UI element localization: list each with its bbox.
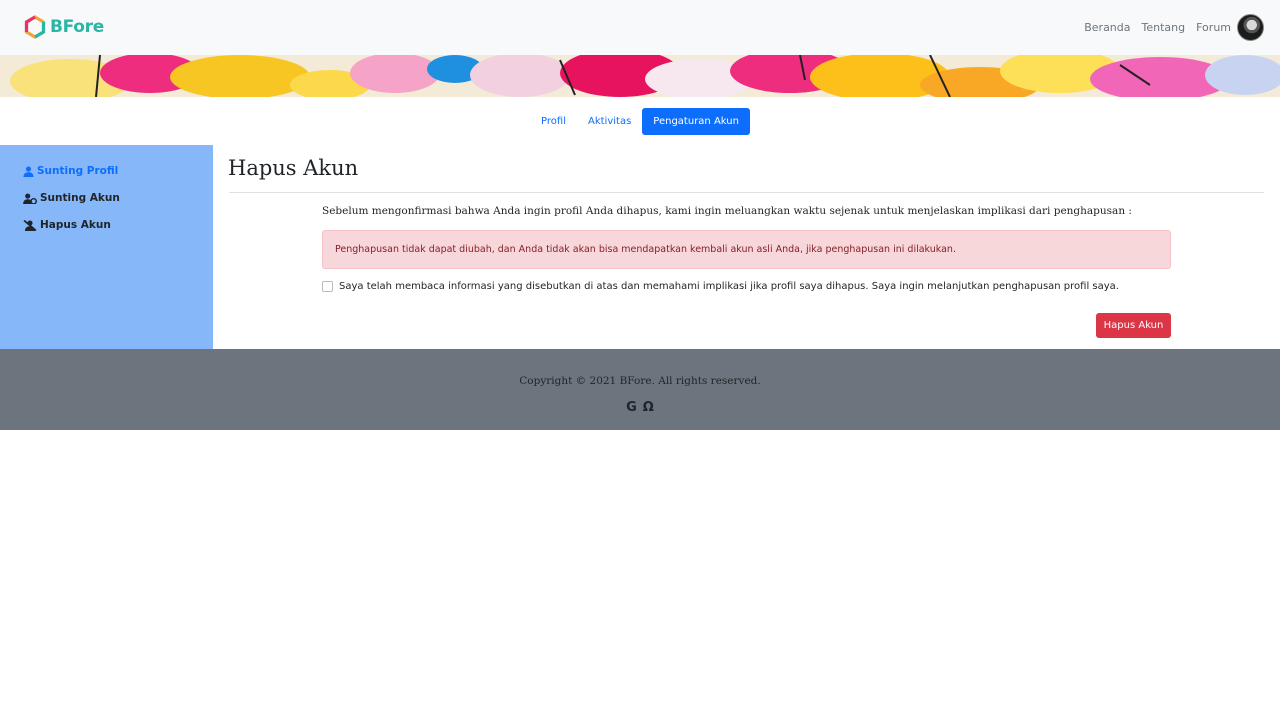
page-title: Hapus Akun [228,156,359,180]
user-slash-icon [23,219,37,231]
footer: Copyright © 2021 BFore. All rights reser… [0,349,1280,430]
footer-icons: G Ω [0,400,1280,415]
nav-links: Beranda Tentang Forum [1073,13,1264,41]
tab-profil[interactable]: Profil [530,108,577,135]
omega-icon[interactable]: Ω [643,400,654,415]
sidebar-item-label: Sunting Profil [37,165,119,177]
sidebar-item-sunting-profil[interactable]: Sunting Profil [23,165,118,177]
main-content: Hapus Akun Sebelum mengonfirmasi bahwa A… [213,145,1280,349]
tab-aktivitas[interactable]: Aktivitas [577,108,642,135]
tab-pengaturan-akun[interactable]: Pengaturan Akun [642,108,750,135]
intro-text: Sebelum mengonfirmasi bahwa Anda ingin p… [322,205,1132,217]
nav-link-tentang[interactable]: Tentang [1142,21,1186,34]
brand-logo[interactable]: BFore [24,14,104,40]
copyright-text: Copyright © 2021 BFore. All rights reser… [519,375,761,387]
danger-alert: Penghapusan tidak dapat diubah, dan Anda… [322,230,1171,269]
consent-checkbox[interactable] [322,281,333,292]
delete-account-button[interactable]: Hapus Akun [1096,313,1171,338]
sidebar-item-sunting-akun[interactable]: Sunting Akun [23,192,120,204]
consent-label: Saya telah membaca informasi yang disebu… [339,281,1119,292]
nav-link-beranda[interactable]: Beranda [1084,21,1130,34]
user-avatar[interactable] [1237,13,1264,41]
user-gear-icon [23,192,37,204]
user-icon [23,165,34,177]
profile-tabs: Profil Aktivitas Pengaturan Akun [0,108,1280,135]
sidebar-item-label: Hapus Akun [40,219,111,231]
sidebar-item-hapus-akun[interactable]: Hapus Akun [23,219,111,231]
google-icon[interactable]: G [626,400,637,415]
paint-splash-banner-image [0,55,1280,97]
profile-banner [0,55,1280,97]
brand-name: BFore [50,17,104,37]
sidebar-item-label: Sunting Akun [40,192,120,204]
title-divider [229,192,1264,193]
nav-link-forum[interactable]: Forum [1196,21,1231,34]
consent-row[interactable]: Saya telah membaca informasi yang disebu… [322,281,1119,292]
hexagon-logo-icon [24,15,46,39]
top-navbar: BFore Beranda Tentang Forum [0,0,1280,55]
settings-sidebar: Sunting Profil Sunting Akun Hapus Akun [0,145,213,349]
